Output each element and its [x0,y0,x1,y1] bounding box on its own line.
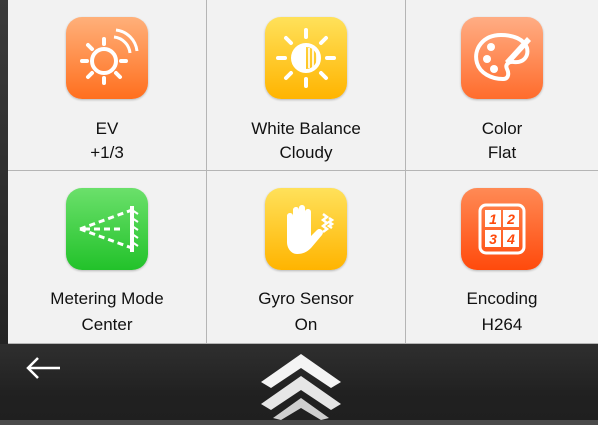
tile-metering-mode[interactable]: Metering Mode Center [8,171,207,344]
tile-encoding-title: Encoding [466,289,538,308]
white-balance-icon [265,17,347,99]
encoding-number-2: 2 [506,211,515,227]
tile-ev-value: +1/3 [90,143,124,162]
tile-metering-value: Center [81,315,133,334]
tile-gyro-sensor[interactable]: Gyro Sensor On [207,171,406,344]
settings-grid: EV +1/3 White Balance Cloudy Color Flat … [8,0,598,344]
color-palette-icon [461,17,543,99]
tile-gyro-value: On [294,315,318,334]
tile-gyro-title: Gyro Sensor [258,289,354,308]
encoding-number-1: 1 [489,211,497,227]
tile-encoding-value: H264 [481,315,523,334]
tile-ev[interactable]: EV +1/3 [8,0,207,171]
tile-color-title: Color [481,119,523,138]
tile-color-value: Flat [487,143,517,162]
metering-icon [66,188,148,270]
encoding-grid-icon: 1 2 3 4 [461,188,543,270]
tile-metering-title: Metering Mode [50,289,164,308]
encoding-number-4: 4 [506,231,515,247]
tile-ev-title: EV [95,119,119,138]
encoding-number-3: 3 [489,231,497,247]
tile-white-balance[interactable]: White Balance Cloudy [207,0,406,171]
chevron-up-icon[interactable] [259,352,343,420]
tile-white-balance-title: White Balance [251,119,361,138]
tile-white-balance-value: Cloudy [279,143,333,162]
back-arrow-icon[interactable] [22,352,66,384]
tile-color[interactable]: Color Flat [406,0,598,171]
ev-sun-icon [66,17,148,99]
gyro-hand-icon [265,188,347,270]
tile-encoding[interactable]: 1 2 3 4 Encoding H264 [406,171,598,344]
